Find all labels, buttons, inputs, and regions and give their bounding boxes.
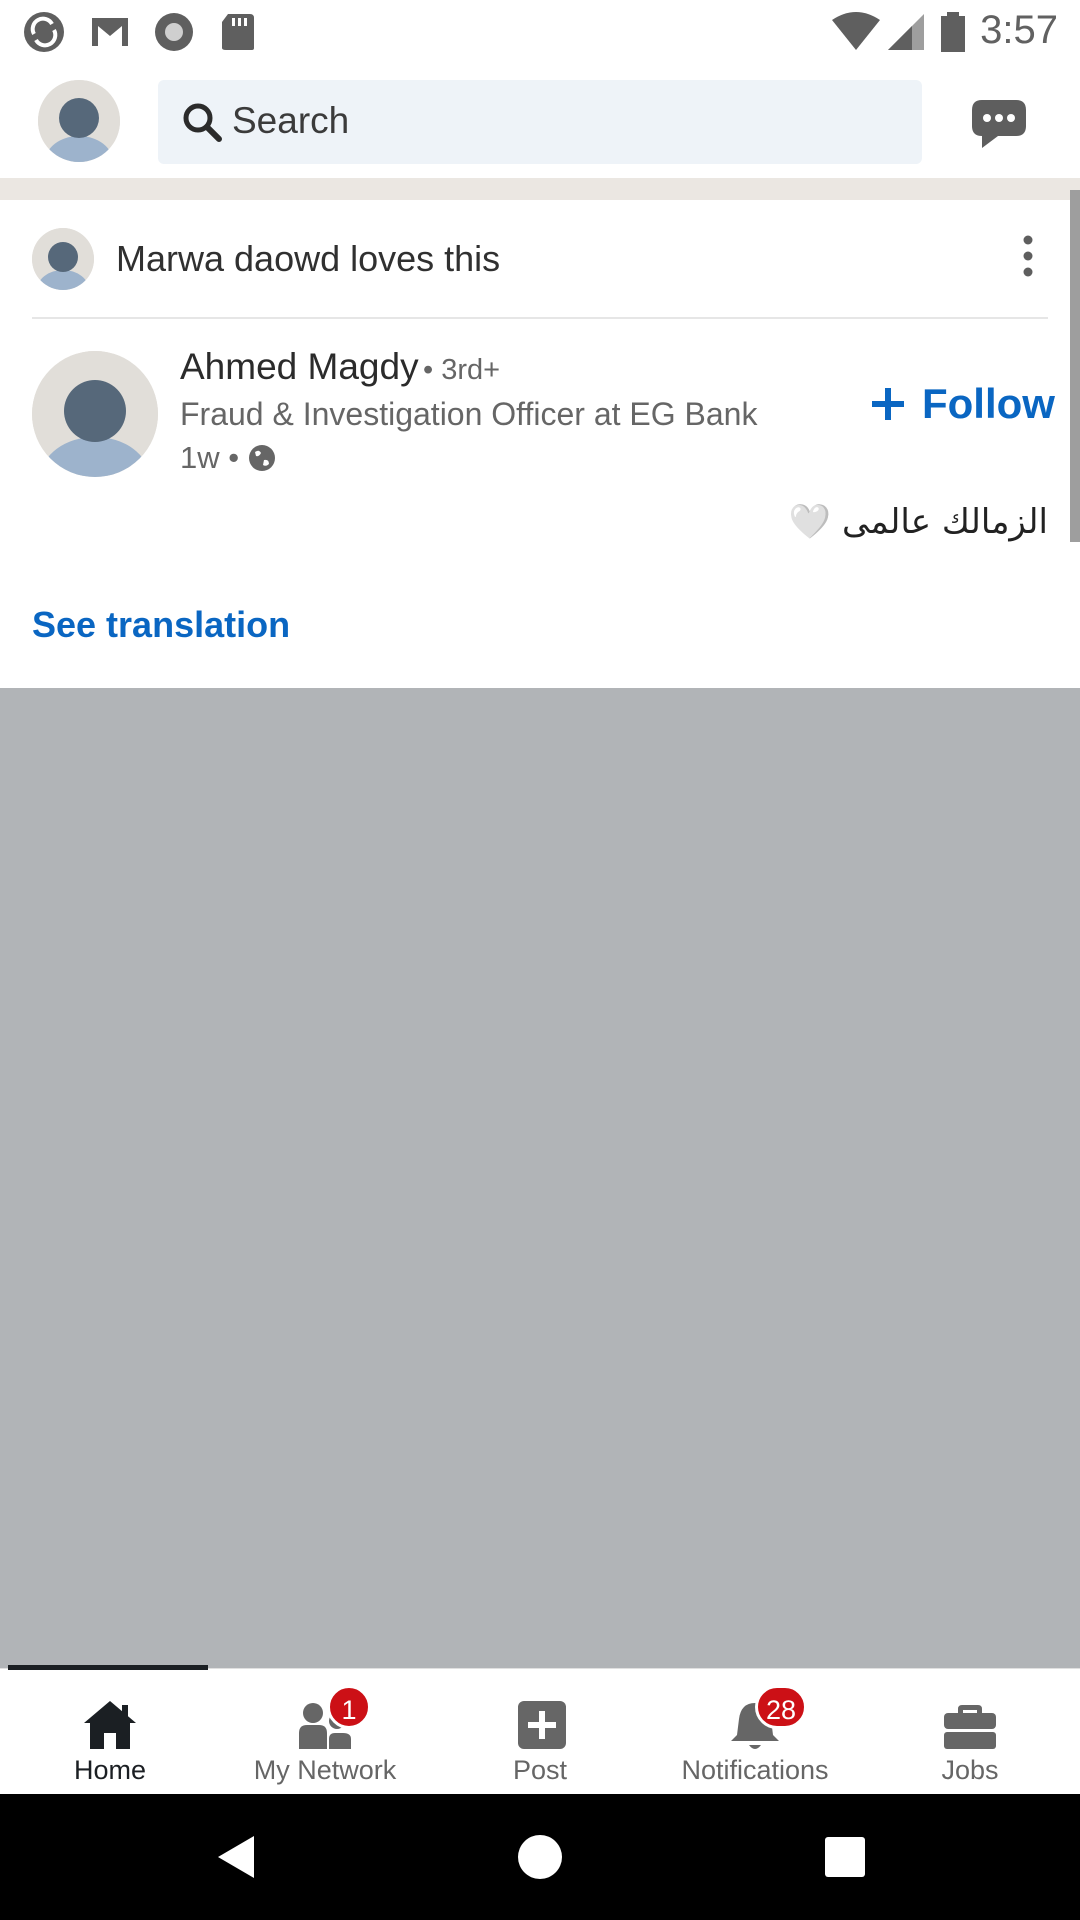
post-icon	[518, 1701, 566, 1749]
nav-notifications[interactable]: 28 Notifications	[647, 1669, 863, 1795]
sd-card-icon	[222, 14, 254, 50]
record-icon	[155, 13, 193, 51]
nav-label: My Network	[253, 1755, 397, 1785]
system-navigation-bar	[0, 1794, 1080, 1920]
wifi-icon	[832, 12, 880, 50]
home-icon	[84, 1701, 136, 1749]
author-name[interactable]: Ahmed Magdy	[180, 346, 419, 387]
post-body: الزمالك عالمى 🤍	[788, 502, 1048, 542]
see-translation-link[interactable]: See translation	[32, 604, 290, 646]
search-placeholder: Search	[232, 100, 350, 141]
scrollbar[interactable]	[1070, 190, 1080, 542]
recents-icon[interactable]	[820, 1832, 870, 1882]
actor-avatar[interactable]	[32, 228, 94, 290]
social-context-text: Marwa daowd loves this	[116, 238, 501, 279]
nav-label: Jobs	[941, 1755, 999, 1785]
signal-icon	[888, 14, 924, 50]
nav-my-network[interactable]: 1 My Network	[217, 1669, 433, 1795]
follow-button[interactable]: Follow	[870, 376, 1055, 432]
search-input[interactable]: Search	[158, 80, 922, 164]
post-media-placeholder[interactable]	[0, 688, 1080, 1668]
post-time: 1w •	[180, 440, 240, 475]
follow-label: Follow	[922, 380, 1055, 427]
header-divider	[32, 317, 1048, 319]
person-icon	[32, 228, 94, 290]
feed-post: Marwa daowd loves this Ahmed Magdy • 3rd…	[0, 200, 1080, 688]
plus-icon	[872, 388, 904, 420]
more-options-icon[interactable]	[1010, 228, 1046, 284]
author-headline: Fraud & Investigation Officer at EG Bank	[180, 396, 758, 432]
briefcase-icon	[944, 1705, 996, 1749]
home-button-icon[interactable]	[515, 1832, 565, 1882]
author-avatar[interactable]	[32, 351, 158, 477]
nav-jobs[interactable]: Jobs	[862, 1669, 1078, 1795]
back-icon[interactable]	[212, 1832, 262, 1882]
network-badge: 1	[327, 1685, 371, 1729]
search-icon	[183, 103, 222, 142]
nav-post[interactable]: Post	[432, 1669, 648, 1795]
author-name-line[interactable]: Ahmed Magdy • 3rd+	[180, 346, 500, 388]
status-bar: 3:57	[0, 0, 1080, 64]
clock: 3:57	[980, 8, 1058, 52]
post-meta: 1w •	[180, 440, 277, 476]
gmail-icon	[92, 18, 128, 46]
person-icon	[32, 351, 158, 477]
nav-label: Post	[512, 1755, 568, 1785]
nav-home[interactable]: Home	[2, 1669, 218, 1795]
battery-icon	[941, 12, 965, 52]
nav-label: Home	[73, 1755, 147, 1785]
notifications-badge: 28	[755, 1685, 808, 1729]
sync-icon	[24, 12, 64, 52]
person-icon	[38, 80, 120, 162]
nav-label: Notifications	[681, 1755, 829, 1785]
avatar[interactable]	[38, 80, 120, 162]
top-bar: Search	[0, 64, 1080, 178]
connection-degree: • 3rd+	[423, 354, 501, 386]
messaging-icon[interactable]	[968, 96, 1030, 152]
feed-divider	[0, 178, 1080, 200]
globe-icon	[249, 445, 276, 471]
bottom-navigation: Home 1 My Network Post 28 Notifications	[0, 1665, 1080, 1795]
